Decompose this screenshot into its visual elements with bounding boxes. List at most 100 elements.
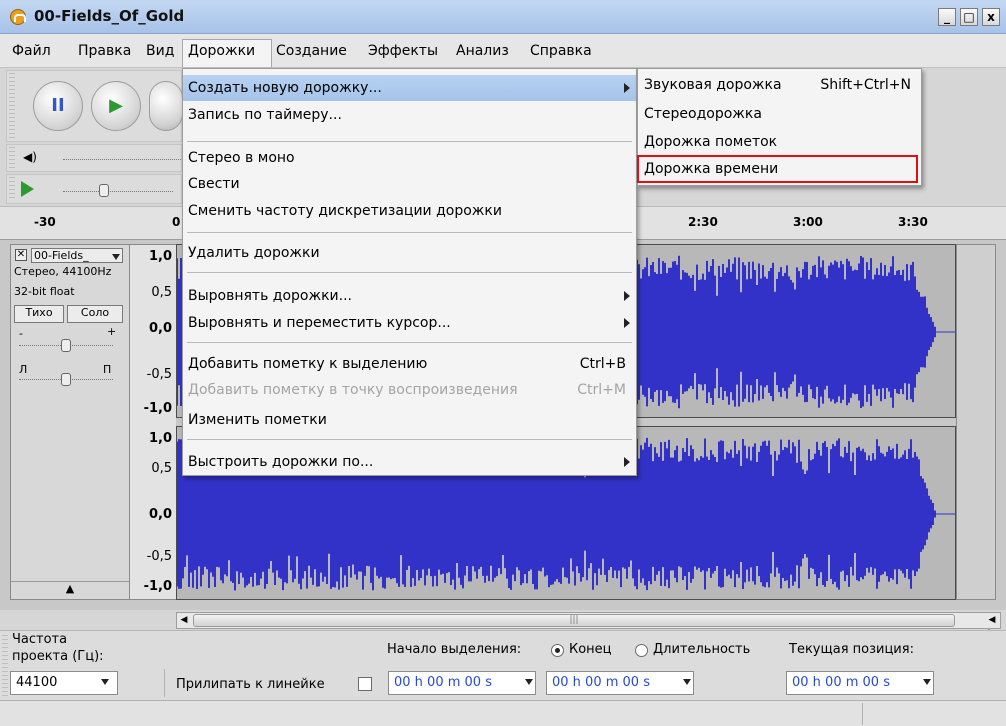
scrollbar-thumb[interactable]: ||| xyxy=(193,614,955,627)
menu-separator xyxy=(187,232,632,233)
scale-label: 0,5 xyxy=(151,461,172,476)
menu-separator xyxy=(187,439,632,440)
scroll-right-arrow[interactable]: ◀ ▶ xyxy=(984,614,1000,638)
menu-separator xyxy=(187,272,632,273)
track-close-button[interactable]: ✕ xyxy=(15,249,27,261)
end-radio[interactable] xyxy=(551,644,564,657)
audio-position-value: 00 h 00 m 00 s xyxy=(792,675,890,690)
menu-analyze[interactable]: Анализ xyxy=(456,43,509,59)
divider xyxy=(164,669,165,697)
menu-item-label: Добавить пометку к выделению xyxy=(188,356,428,372)
menu-item-mix-and-render[interactable]: Свести xyxy=(183,171,636,197)
length-radio[interactable] xyxy=(635,644,648,657)
menu-view[interactable]: Вид xyxy=(146,43,174,59)
track-format: Стерео, 44100Hz xyxy=(14,265,112,278)
submenu-item-audio-track[interactable]: Звуковая дорожка Shift+Ctrl+N xyxy=(638,71,921,99)
menu-item-label: Стерео в моно xyxy=(188,150,295,166)
menu-item-shortcut: Ctrl+B xyxy=(579,356,626,372)
menu-item-remove-tracks[interactable]: Удалить дорожки xyxy=(183,240,636,266)
submenu-arrow-icon xyxy=(624,291,630,301)
toolbar-grip[interactable] xyxy=(9,177,15,201)
menubar: Файл Правка Вид Дорожки Создание Эффекты… xyxy=(0,34,1006,68)
tracks-menu: Создать новую дорожку... Запись по тайме… xyxy=(182,68,637,476)
submenu-arrow-icon xyxy=(624,83,630,93)
submenu-item-label-track[interactable]: Дорожка пометок xyxy=(638,128,921,156)
selection-start-time[interactable]: 00 h 00 m 00 s xyxy=(388,671,536,695)
chevron-down-icon xyxy=(112,254,120,260)
menu-effects[interactable]: Эффекты xyxy=(368,43,438,59)
status-bar xyxy=(0,700,1006,726)
selection-toolbar: Частота проекта (Гц): 44100 Прилипать к … xyxy=(0,630,1006,700)
submenu-item-stereo-track[interactable]: Стереодорожка xyxy=(638,100,921,128)
submenu-item-label: Звуковая дорожка xyxy=(644,77,782,93)
audio-position-time[interactable]: 00 h 00 m 00 s xyxy=(786,671,934,695)
selection-start-value: 00 h 00 m 00 s xyxy=(394,675,492,690)
submenu-arrow-icon xyxy=(624,457,630,467)
menu-item-shortcut: Ctrl+M xyxy=(577,382,626,398)
menu-item-stereo-to-mono[interactable]: Стерео в моно xyxy=(183,145,636,171)
toolbar-grip[interactable] xyxy=(9,73,15,139)
menu-item-add-label-at-selection[interactable]: Добавить пометку к выделению Ctrl+B xyxy=(183,351,636,377)
toolbar-grip[interactable] xyxy=(2,635,8,697)
selection-end-value: 00 h 00 m 00 s xyxy=(552,675,650,690)
menu-help[interactable]: Справка xyxy=(530,43,592,59)
stop-button[interactable] xyxy=(149,81,183,131)
mute-button[interactable]: Тихо xyxy=(14,305,64,323)
volume-icon: ◀) xyxy=(23,150,37,164)
scale-label: 1,0 xyxy=(148,249,172,264)
project-rate-value: 44100 xyxy=(16,675,58,690)
menu-item-resample[interactable]: Сменить частоту дискретизации дорожки xyxy=(183,198,636,224)
project-rate-select[interactable]: 44100 xyxy=(10,671,118,695)
close-window-button[interactable]: x xyxy=(982,8,1000,26)
play-button[interactable]: ▶ xyxy=(91,81,141,131)
menu-generate[interactable]: Создание xyxy=(276,43,347,59)
vertical-scale: 1,0 0,5 0,0 -0,5 -1,0 1,0 0,5 0,0 -0,5 -… xyxy=(130,244,176,600)
chevron-down-icon xyxy=(525,679,533,685)
menu-item-timer-record[interactable]: Запись по таймеру... xyxy=(183,102,636,128)
menu-separator xyxy=(187,141,632,142)
speed-slider-thumb[interactable] xyxy=(99,184,109,197)
maximize-button[interactable]: □ xyxy=(960,8,978,26)
snap-to-checkbox[interactable] xyxy=(358,677,372,691)
gain-slider-thumb[interactable] xyxy=(61,339,71,352)
menu-item-label: Сменить частоту дискретизации дорожки xyxy=(188,203,502,219)
chevron-down-icon xyxy=(923,679,931,685)
track-name-dropdown[interactable]: 00-Fields_ xyxy=(31,248,123,263)
menu-item-label: Свести xyxy=(188,176,240,192)
menu-item-align-tracks[interactable]: Выровнять дорожки... xyxy=(183,283,636,309)
menu-item-add-new-track[interactable]: Создать новую дорожку... xyxy=(183,75,636,101)
solo-button[interactable]: Соло xyxy=(67,305,123,323)
transport-toolbar: II ▶ xyxy=(6,70,183,142)
volume-slider[interactable] xyxy=(63,159,181,160)
play-at-speed-icon[interactable] xyxy=(21,181,34,197)
menu-item-align-and-move-cursor[interactable]: Выровнять и переместить курсор... xyxy=(183,310,636,336)
end-radio-label: Конец xyxy=(569,642,612,657)
toolbar-grip[interactable] xyxy=(9,147,15,169)
submenu-arrow-icon xyxy=(624,318,630,328)
ruler-tick: 0 xyxy=(172,215,181,229)
ruler-tick: 2:30 xyxy=(688,215,718,229)
scale-label: -1,0 xyxy=(143,579,172,594)
minimize-button[interactable]: _ xyxy=(938,8,956,26)
menu-edit[interactable]: Правка xyxy=(78,43,131,59)
pan-slider-thumb[interactable] xyxy=(61,373,71,386)
menu-item-sort-tracks[interactable]: Выстроить дорожки по... xyxy=(183,449,636,475)
mixer-toolbar: ◀) xyxy=(6,144,182,172)
track-bitdepth: 32-bit float xyxy=(14,285,75,298)
chevron-down-icon xyxy=(683,679,691,685)
divider xyxy=(862,703,863,725)
collapse-track-button[interactable]: ▲ xyxy=(11,581,129,599)
project-rate-label-1: Частота xyxy=(12,632,68,647)
track-empty-area xyxy=(956,244,996,600)
speed-slider[interactable] xyxy=(63,191,173,192)
menu-item-label: Выровнять и переместить курсор... xyxy=(188,315,451,331)
project-rate-label-2: проекта (Гц): xyxy=(12,649,104,664)
menu-file[interactable]: Файл xyxy=(12,43,51,59)
menu-item-edit-labels[interactable]: Изменить пометки xyxy=(183,407,636,433)
pause-button[interactable]: II xyxy=(33,81,83,131)
length-radio-label: Длительность xyxy=(653,642,751,657)
selection-end-time[interactable]: 00 h 00 m 00 s xyxy=(546,671,694,695)
menu-tracks[interactable]: Дорожки xyxy=(188,43,255,59)
scroll-left-arrow[interactable]: ◀ xyxy=(178,614,190,627)
scale-label: 1,0 xyxy=(148,431,172,446)
